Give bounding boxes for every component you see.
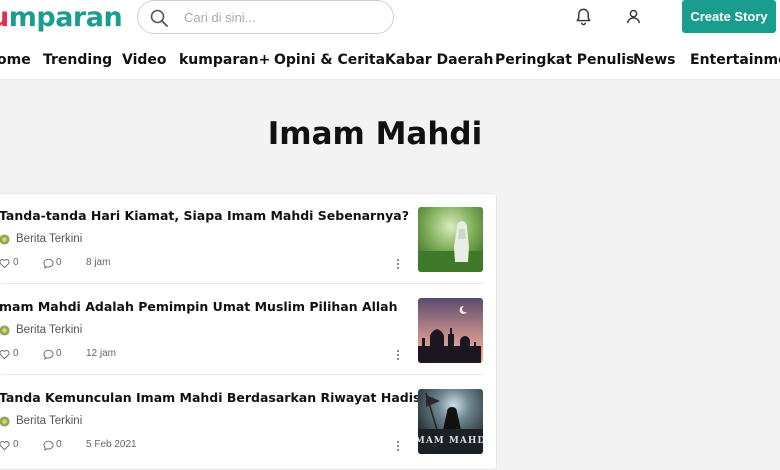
nav-item-home[interactable]: ome xyxy=(0,52,31,68)
comment-count: 0 xyxy=(56,348,62,359)
like-count: 0 xyxy=(13,439,19,450)
bell-icon[interactable] xyxy=(574,7,593,26)
article-item[interactable]: Tanda Kemunculan Imam Mahdi Berdasarkan … xyxy=(0,376,498,466)
article-thumbnail[interactable]: MAM MAHD xyxy=(418,389,483,454)
comment-count: 0 xyxy=(56,439,62,450)
publisher-name: Berita Terkini xyxy=(16,415,83,427)
publish-time: 8 jam xyxy=(86,257,111,268)
heart-icon[interactable] xyxy=(0,258,10,269)
more-options-icon[interactable] xyxy=(395,439,401,453)
article-title[interactable]: mam Mahdi Adalah Pemimpin Umat Muslim Pi… xyxy=(0,299,409,314)
publisher[interactable]: Berita Terkini xyxy=(0,231,82,247)
like-count: 0 xyxy=(13,257,19,268)
comment-count: 0 xyxy=(56,257,62,268)
publisher-avatar-icon xyxy=(0,415,10,427)
thumbnail-caption: MAM MAHD xyxy=(418,436,483,446)
heart-icon[interactable] xyxy=(0,349,10,360)
article-thumbnail[interactable] xyxy=(418,298,483,363)
nav-item-news[interactable]: News xyxy=(633,52,675,68)
nav-item-trending[interactable]: Trending xyxy=(43,52,112,68)
more-options-icon[interactable] xyxy=(395,257,401,271)
heart-icon[interactable] xyxy=(0,440,10,451)
publish-time: 5 Feb 2021 xyxy=(86,439,137,450)
publisher-avatar-icon xyxy=(0,233,10,245)
search-bar[interactable] xyxy=(137,0,394,34)
publisher-name: Berita Terkini xyxy=(16,233,83,245)
nav-item-kabar-daerah[interactable]: Kabar Daerah xyxy=(385,52,493,68)
nav-item-kumparan-plus[interactable]: kumparan+ xyxy=(179,52,270,68)
article-title[interactable]: Tanda Kemunculan Imam Mahdi Berdasarkan … xyxy=(0,390,426,405)
publisher-name: Berita Terkini xyxy=(16,324,83,336)
nav-item-peringkat-penulis[interactable]: Peringkat Penulis xyxy=(495,52,634,68)
article-title[interactable]: Tanda-tanda Hari Kiamat, Siapa Imam Mahd… xyxy=(0,208,409,223)
more-options-icon[interactable] xyxy=(395,348,401,362)
page-title: Imam Mahdi xyxy=(267,116,483,152)
search-icon xyxy=(150,9,168,27)
article-list: Tanda-tanda Hari Kiamat, Siapa Imam Mahd… xyxy=(0,193,497,470)
item-divider xyxy=(1,374,484,375)
comment-icon[interactable] xyxy=(43,258,54,269)
comment-icon[interactable] xyxy=(43,440,54,451)
search-input[interactable] xyxy=(184,6,384,28)
comment-icon[interactable] xyxy=(43,349,54,360)
article-thumbnail[interactable] xyxy=(418,207,483,272)
article-item[interactable]: Tanda-tanda Hari Kiamat, Siapa Imam Mahd… xyxy=(0,194,498,284)
publisher-avatar-icon xyxy=(0,324,10,336)
nav-item-entertainment[interactable]: Entertainmen xyxy=(690,52,780,68)
publish-time: 12 jam xyxy=(86,348,117,359)
publisher[interactable]: Berita Terkini xyxy=(0,413,82,429)
kumparan-logo[interactable]: umparan xyxy=(0,2,123,33)
top-header: umparan Create Story ome Trending Video … xyxy=(0,0,780,80)
article-item[interactable]: mam Mahdi Adalah Pemimpin Umat Muslim Pi… xyxy=(0,285,498,375)
publisher[interactable]: Berita Terkini xyxy=(0,322,82,338)
like-count: 0 xyxy=(13,348,19,359)
nav-item-video[interactable]: Video xyxy=(122,52,167,68)
create-story-button[interactable]: Create Story xyxy=(682,0,776,33)
item-divider xyxy=(1,283,484,284)
nav-item-opini-cerita[interactable]: Opini & Cerita xyxy=(274,52,385,68)
user-icon[interactable] xyxy=(624,7,643,26)
